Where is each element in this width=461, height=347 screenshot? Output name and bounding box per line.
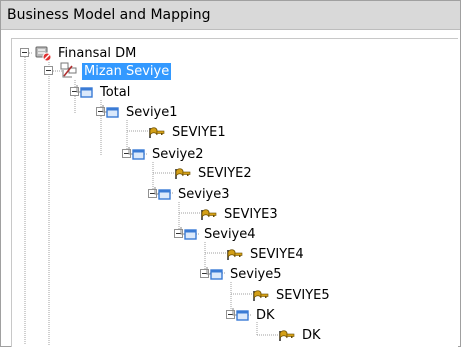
tree-node-key-seviye4[interactable]: SEVIYE4 <box>226 244 306 264</box>
tree-node-label: Seviye5 <box>230 266 282 282</box>
key-column-icon <box>253 290 269 301</box>
tree-node-label: SEVIYE1 <box>172 124 226 140</box>
tree-node-finansal-dm[interactable]: Finansal DM <box>34 43 138 63</box>
level-icon <box>232 308 249 321</box>
panel-title: Business Model and Mapping <box>7 7 211 23</box>
level-icon <box>180 227 197 240</box>
tree-node-label: SEVIYE4 <box>250 246 304 262</box>
level-icon <box>128 147 145 160</box>
level-icon <box>206 267 223 280</box>
tree-node-key-seviye2[interactable]: SEVIYE2 <box>174 163 254 183</box>
tree-node-label: Mizan Seviye <box>82 62 172 80</box>
tree-node-level-seviye4[interactable]: Seviye4 <box>180 224 258 244</box>
tree-node-label: SEVIYE5 <box>276 287 330 303</box>
tree-node-label: Seviye1 <box>126 104 178 120</box>
tree-node-label: Total <box>100 84 131 100</box>
key-column-icon <box>201 209 217 220</box>
collapse-toggle[interactable] <box>44 66 53 75</box>
level-icon <box>76 85 93 98</box>
tree-node-level-seviye5[interactable]: Seviye5 <box>206 264 284 284</box>
level-icon <box>154 187 171 200</box>
key-column-icon <box>227 249 243 260</box>
hierarchy-model-icon <box>60 62 77 78</box>
tree-node-mizan-seviye[interactable]: Mizan Seviye <box>60 61 172 81</box>
tree-node-label: DK <box>256 307 275 323</box>
key-column-icon <box>149 127 165 138</box>
panel-titlebar: Business Model and Mapping <box>1 1 460 30</box>
tree-node-level-dk[interactable]: DK <box>232 305 277 325</box>
tree-node-key-seviye5[interactable]: SEVIYE5 <box>252 285 332 305</box>
tree-node-level-total[interactable]: Total <box>76 82 132 102</box>
key-column-icon <box>175 168 191 179</box>
tree-node-label: SEVIYE2 <box>198 165 252 181</box>
database-model-icon <box>35 46 52 62</box>
tree-node-level-seviye3[interactable]: Seviye3 <box>154 184 232 204</box>
tree-node-level-seviye1[interactable]: Seviye1 <box>102 102 180 122</box>
tree-node-label: SEVIYE3 <box>224 206 278 222</box>
tree-node-level-seviye2[interactable]: Seviye2 <box>128 144 206 164</box>
tree-node-label: Finansal DM <box>58 45 137 61</box>
tree-node-key-seviye1[interactable]: SEVIYE1 <box>148 122 228 142</box>
level-icon <box>102 105 119 118</box>
tree-node-label: Seviye3 <box>178 186 230 202</box>
collapse-toggle[interactable] <box>20 48 29 57</box>
tree-node-label: DK <box>302 327 321 343</box>
tree-node-label: Seviye4 <box>204 226 256 242</box>
tree-node-label: Seviye2 <box>152 146 204 162</box>
tree-node-key-seviye3[interactable]: SEVIYE3 <box>200 204 280 224</box>
key-column-icon <box>279 330 295 341</box>
tree-node-key-dk[interactable]: DK <box>278 325 323 345</box>
